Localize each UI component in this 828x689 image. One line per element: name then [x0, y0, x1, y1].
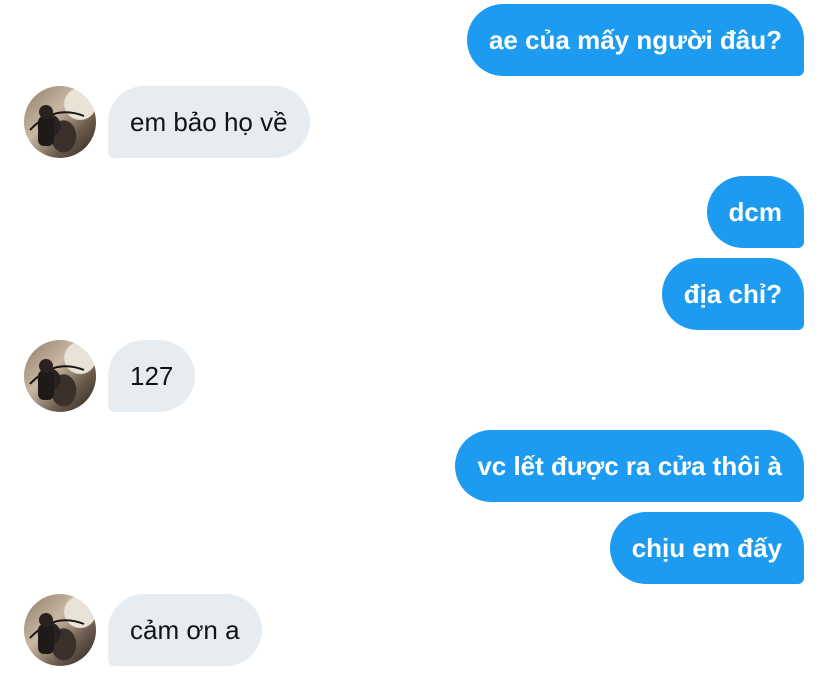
avatar-photo-icon	[29, 359, 85, 400]
received-message-bubble[interactable]: cảm ơn a	[108, 594, 262, 666]
sent-message-bubble[interactable]: vc lết được ra cửa thôi à	[455, 430, 804, 502]
avatar-photo-icon	[29, 613, 85, 654]
contact-avatar[interactable]	[24, 594, 96, 666]
message-text: dcm	[728, 197, 782, 227]
sent-message-bubble[interactable]: ae của mấy người đâu?	[466, 4, 804, 76]
sent-message-bubble[interactable]: chịu em đấy	[609, 512, 804, 584]
message-text: địa chỉ?	[683, 279, 782, 309]
message-text: em bảo họ về	[130, 107, 288, 137]
contact-avatar[interactable]	[24, 340, 96, 412]
contact-avatar[interactable]	[24, 86, 96, 158]
received-message-bubble[interactable]: 127	[108, 340, 196, 412]
received-message-bubble[interactable]: em bảo họ về	[108, 86, 310, 158]
message-text: 127	[130, 361, 174, 391]
message-text: ae của mấy người đâu?	[488, 25, 782, 55]
message-text: chịu em đấy	[631, 533, 782, 563]
sent-message-bubble[interactable]: địa chỉ?	[661, 258, 804, 330]
message-text: vc lết được ra cửa thôi à	[477, 451, 782, 481]
avatar-photo-icon	[29, 105, 85, 146]
sent-message-bubble[interactable]: dcm	[706, 176, 804, 248]
message-text: cảm ơn a	[130, 615, 240, 645]
